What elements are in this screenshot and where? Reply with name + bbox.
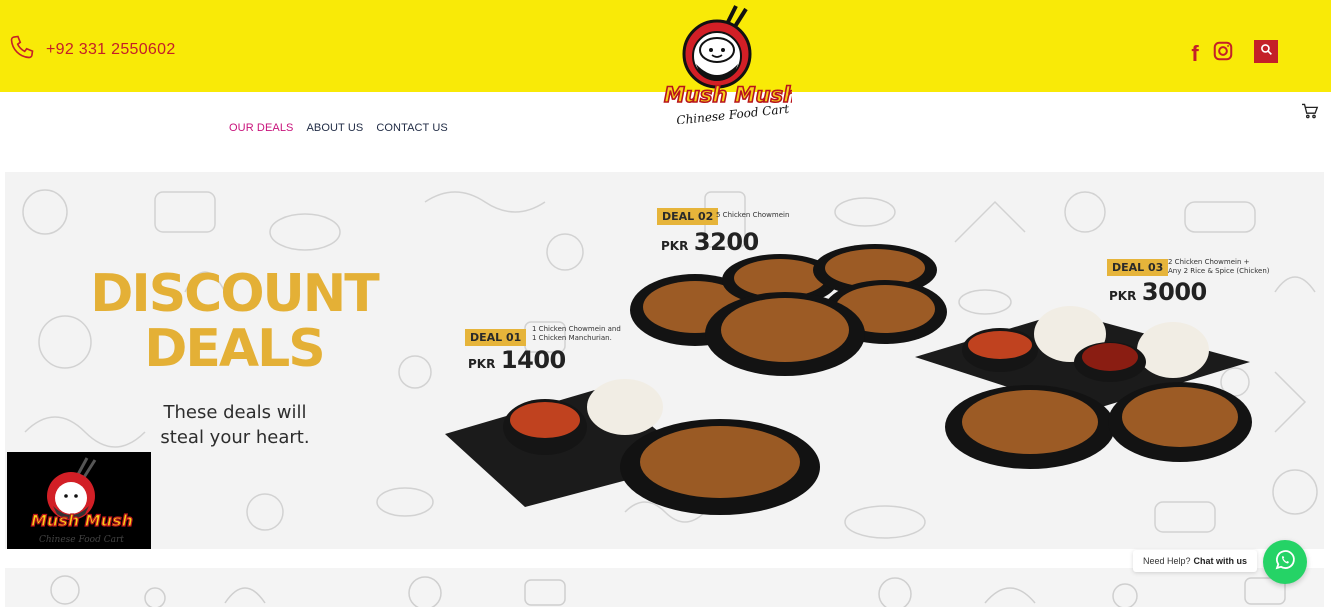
chat-prompt[interactable]: Need Help? Chat with us <box>1133 550 1258 572</box>
deal-description: 2 Chicken Chowmein + Any 2 Rice & Spice … <box>1168 258 1269 276</box>
badge-brand-tagline: Chinese Food Cart <box>39 535 124 545</box>
whatsapp-button[interactable] <box>1263 540 1307 584</box>
deal-description: 1 Chicken Chowmein and 1 Chicken Manchur… <box>532 325 621 343</box>
social-links: f <box>1188 40 1234 67</box>
deal-tag: DEAL 02 <box>657 208 719 225</box>
hero-banner[interactable]: DISCOUNT DEALS These deals will steal yo… <box>5 172 1324 549</box>
next-section-pattern <box>5 568 1324 607</box>
search-icon <box>1260 43 1273 61</box>
deal-price: PKR 3000 <box>1109 278 1207 306</box>
facebook-icon[interactable]: f <box>1188 41 1202 67</box>
chat-action-text: Chat with us <box>1193 556 1248 566</box>
nav-item-our-deals[interactable]: OUR DEALS <box>229 122 293 134</box>
deal-tag: DEAL 03 <box>1107 259 1169 276</box>
deal-amount: 3000 <box>1141 278 1207 306</box>
deal-description-line-1: 2 Chicken Chowmein + <box>1168 258 1250 266</box>
deal-tag: DEAL 01 <box>465 329 527 346</box>
deal-description-line-2: Any 2 Rice & Spice (Chicken) <box>1168 267 1270 275</box>
deal-description-line-2: 1 Chicken Manchurian. <box>532 334 612 342</box>
phone-number[interactable]: +92 331 2550602 <box>46 41 176 59</box>
instagram-icon[interactable] <box>1212 40 1234 67</box>
deal-currency: PKR <box>468 357 496 371</box>
brand-logo[interactable]: Mush Mush Chinese Food Cart <box>660 4 799 128</box>
main-nav: OUR DEALS ABOUT US CONTACT US <box>229 122 448 134</box>
deal-amount: 3200 <box>693 228 759 256</box>
phone-icon <box>8 33 36 66</box>
deal-price: PKR 1400 <box>468 346 566 374</box>
footer-logo-badge[interactable]: Mush Mush Chinese Food Cart <box>7 452 151 549</box>
nav-item-about-us[interactable]: ABOUT US <box>306 122 363 134</box>
badge-brand-name: Mush Mush <box>31 511 133 530</box>
cart-icon[interactable] <box>1301 103 1319 124</box>
deal-description-line-1: 1 Chicken Chowmein and <box>532 325 621 333</box>
whatsapp-icon <box>1273 548 1297 577</box>
chat-prompt-text: Need Help? <box>1143 556 1191 566</box>
deal-currency: PKR <box>661 239 689 253</box>
deal-currency: PKR <box>1109 289 1137 303</box>
phone-contact[interactable]: +92 331 2550602 <box>8 33 176 66</box>
search-button[interactable] <box>1254 40 1278 63</box>
deal-description: 5 Chicken Chowmein <box>716 211 790 219</box>
deal-price: PKR 3200 <box>661 228 759 256</box>
nav-item-contact-us[interactable]: CONTACT US <box>376 122 448 134</box>
deal-amount: 1400 <box>500 346 566 374</box>
